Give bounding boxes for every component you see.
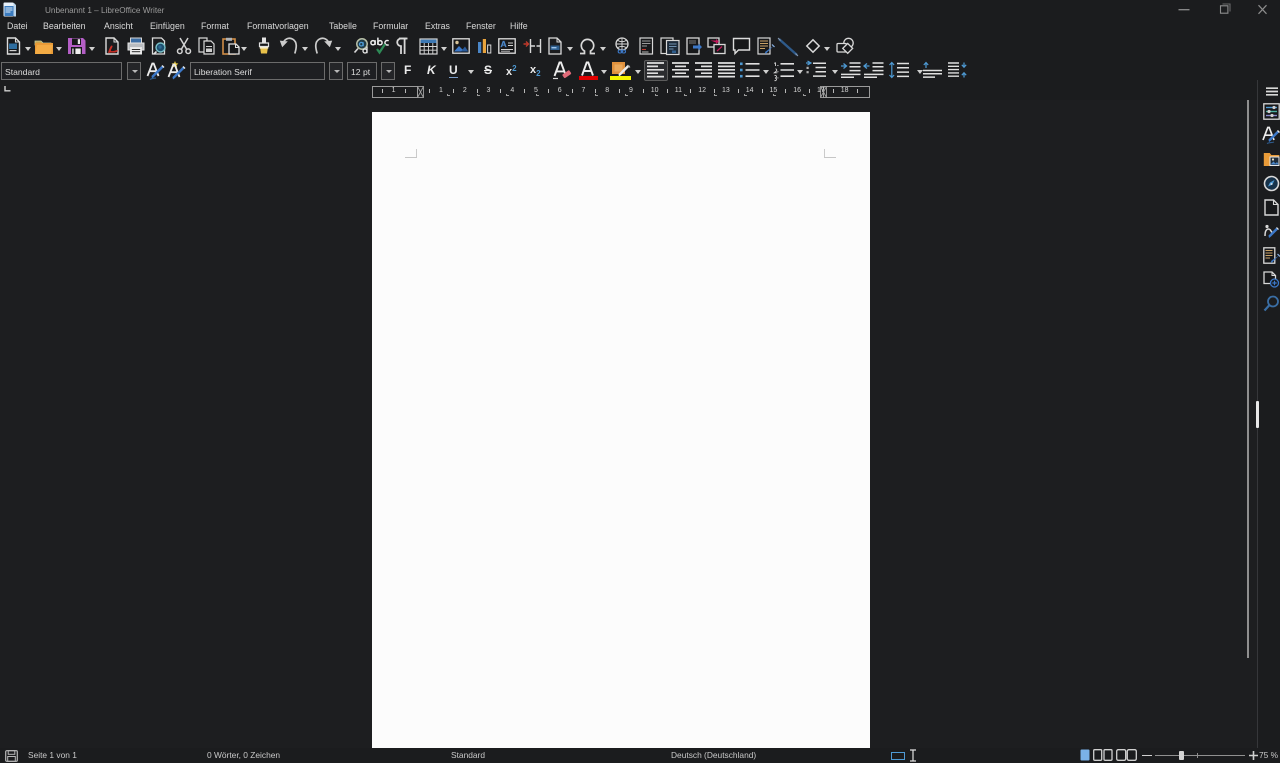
svg-text:A: A	[501, 39, 507, 49]
